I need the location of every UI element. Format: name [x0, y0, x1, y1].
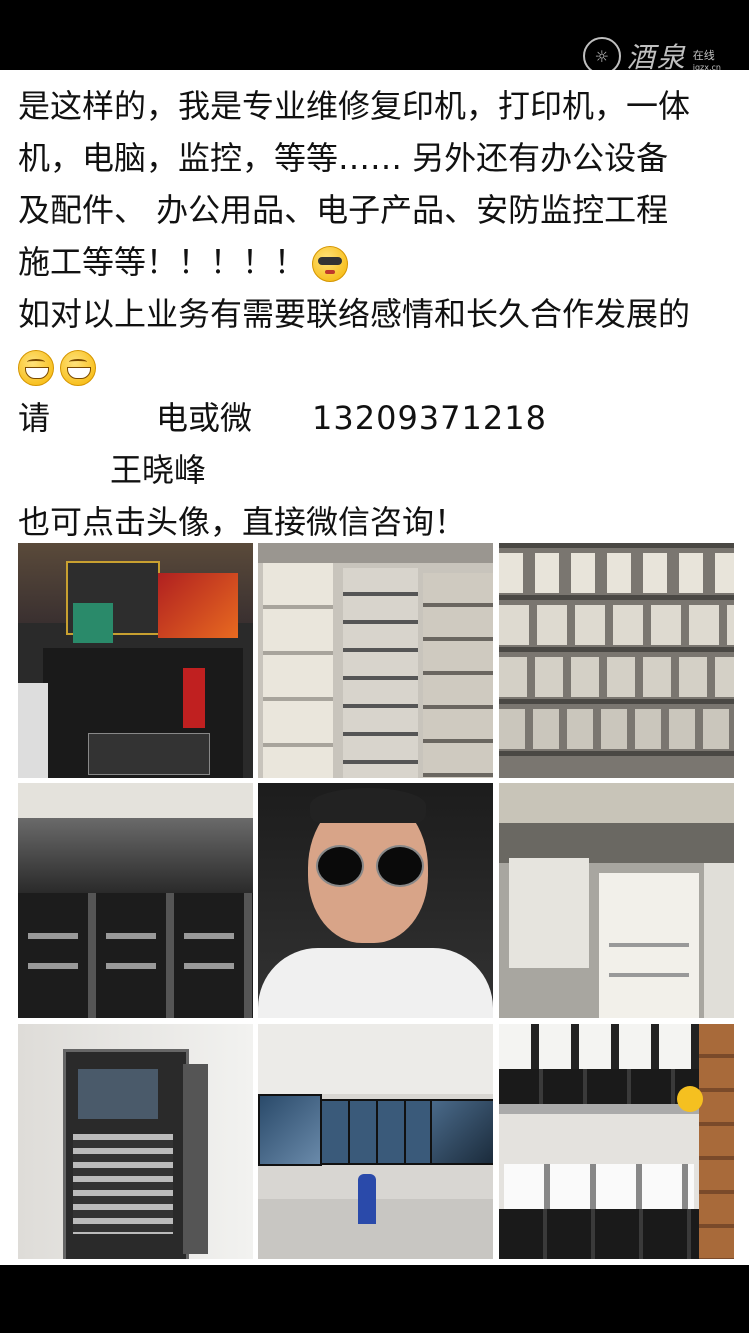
- post-line-4-wrap: 施工等等！！！！！: [18, 236, 738, 288]
- post-content: 是这样的，我是专业维修复印机，打印机，一体 机，电脑，监控，等等…… 另外还有办…: [0, 70, 749, 1265]
- phone-number[interactable]: 13209371218: [312, 392, 547, 444]
- photo-grid: [18, 543, 734, 1261]
- photo-computer-parts[interactable]: [18, 543, 253, 778]
- grin-face-icon: [60, 350, 96, 386]
- post-line-2: 机，电脑，监控，等等…… 另外还有办公设备: [18, 139, 669, 177]
- post-line-1: 是这样的，我是专业维修复印机，打印机，一体: [18, 87, 691, 125]
- contact-prefix: 请: [18, 399, 51, 437]
- photo-printer-shelves[interactable]: [499, 543, 734, 778]
- photo-monitor-wall[interactable]: [258, 1024, 493, 1259]
- photo-cctv-cameras[interactable]: [499, 1024, 734, 1259]
- name-row: 王晓峰: [18, 444, 738, 496]
- photo-server-rack[interactable]: [18, 1024, 253, 1259]
- contact-row: 请 电或微 13209371218: [18, 392, 738, 444]
- emoji-line: [18, 340, 738, 392]
- contact-name: 王晓峰: [110, 451, 207, 489]
- photo-wrapped-copiers[interactable]: [18, 783, 253, 1018]
- grin-face-icon: [18, 350, 54, 386]
- post-line-5: 如对以上业务有需要联络感情和长久合作发展的: [18, 295, 691, 333]
- contact-method: 电或微: [156, 399, 253, 437]
- watermark-suffix: 在线: [692, 48, 715, 62]
- final-line: 也可点击头像，直接微信咨询！: [18, 503, 467, 541]
- photo-portrait[interactable]: [258, 783, 493, 1018]
- photo-white-copiers[interactable]: [499, 783, 734, 1018]
- photo-projectors-stack[interactable]: [258, 543, 493, 778]
- post-line-3: 及配件、 办公用品、电子产品、安防监控工程: [18, 191, 669, 229]
- post-line-4: 施工等等！！！！！: [18, 243, 307, 281]
- post-text: 是这样的，我是专业维修复印机，打印机，一体 机，电脑，监控，等等…… 另外还有办…: [18, 80, 738, 548]
- cool-face-icon: [312, 246, 349, 282]
